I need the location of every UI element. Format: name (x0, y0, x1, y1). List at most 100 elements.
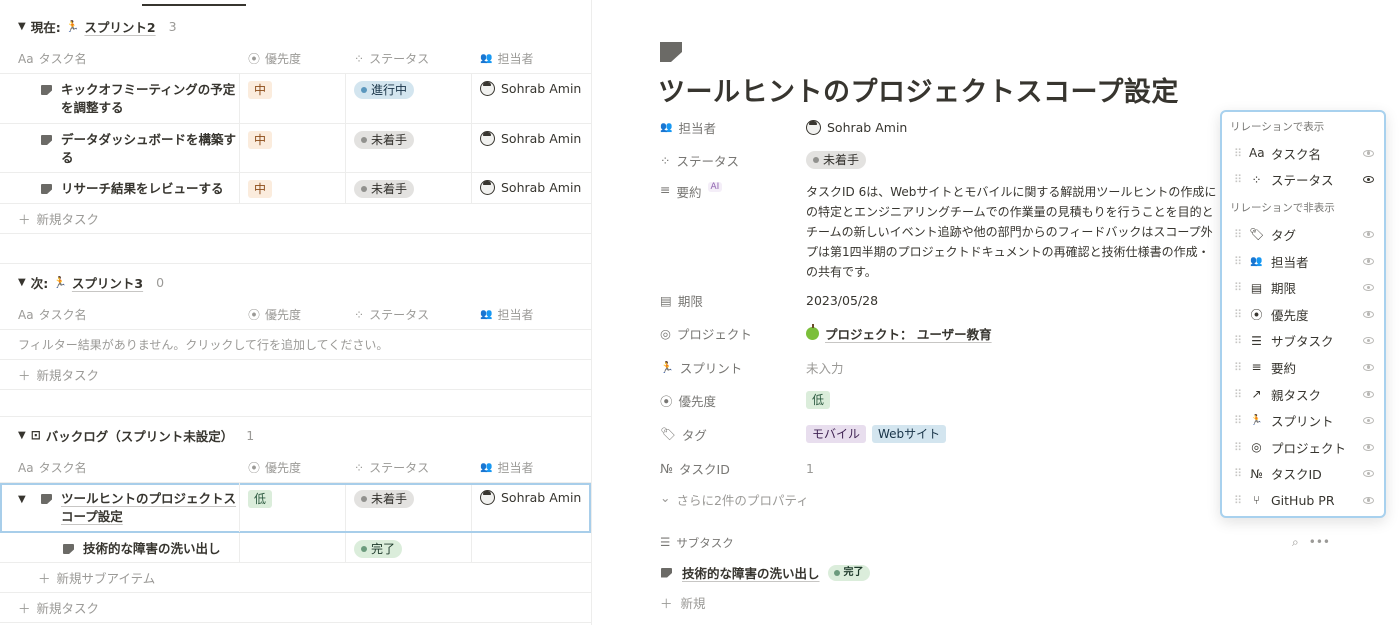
drag-handle-icon[interactable]: ⠿ (1234, 308, 1242, 321)
new-task-button[interactable]: ＋新規タスク (0, 360, 591, 390)
eye-icon[interactable] (1363, 176, 1374, 184)
eye-icon[interactable] (1363, 310, 1374, 318)
toggle-caret-icon[interactable]: ▼ (18, 21, 26, 32)
column-header-title[interactable]: Aa タスク名 (0, 306, 240, 323)
eye-icon[interactable] (1363, 496, 1374, 504)
column-header-assignee[interactable]: 👥 担当者 (472, 50, 591, 67)
due-date-value[interactable]: 2023/05/28 (806, 293, 878, 308)
assignee-name[interactable]: Sohrab Amin (501, 180, 581, 195)
popover-item-due[interactable]: ⠿ ▤ 期限 (1222, 274, 1384, 301)
popover-item-parent-task[interactable]: ⠿ ↗ 親タスク (1222, 381, 1384, 408)
eye-icon[interactable] (1363, 230, 1374, 238)
drag-handle-icon[interactable]: ⠿ (1234, 173, 1242, 186)
assignee-name[interactable]: Sohrab Amin (501, 490, 581, 505)
new-subtask-button[interactable]: ＋新規 (660, 593, 706, 612)
more-properties-toggle[interactable]: ⌄ さらに2件のプロパティ (660, 490, 809, 509)
popover-item-sprint[interactable]: ⠿ 🏃 スプリント (1222, 407, 1384, 434)
drag-handle-icon[interactable]: ⠿ (1234, 334, 1242, 347)
status-badge[interactable]: 完了 (354, 540, 403, 558)
drag-handle-icon[interactable]: ⠿ (1234, 388, 1242, 401)
table-row[interactable]: リサーチ結果をレビューする 中 未着手 Sohrab Amin (0, 173, 591, 204)
popover-item-assignee[interactable]: ⠿ 👥 担当者 (1222, 248, 1384, 275)
eye-icon[interactable] (1363, 363, 1374, 371)
drag-handle-icon[interactable]: ⠿ (1234, 441, 1242, 454)
eye-icon[interactable] (1363, 257, 1374, 265)
group-sprint-name[interactable]: スプリント2 (84, 17, 155, 36)
eye-icon[interactable] (1363, 470, 1374, 478)
table-row-selected[interactable]: ▼ ツールヒントのプロジェクトスコープ設定 低 未着手 Sohrab Amin (0, 483, 591, 533)
priority-tag[interactable]: 低 (248, 490, 273, 508)
priority-tag[interactable]: 低 (806, 391, 831, 409)
task-title[interactable]: データダッシュボードを構築する (40, 131, 239, 167)
new-subitem-button[interactable]: ＋新規サブアイテム (0, 563, 591, 593)
eye-icon[interactable] (1363, 149, 1374, 157)
popover-item-tags[interactable]: ⠿ 🏷 タグ (1222, 221, 1384, 248)
column-header-assignee[interactable]: 👥 担当者 (472, 459, 591, 476)
status-badge[interactable]: 未着手 (354, 180, 415, 198)
eye-icon[interactable] (1363, 284, 1374, 292)
popover-item-task-id[interactable]: ⠿ № タスクID (1222, 461, 1384, 488)
column-header-title[interactable]: Aa タスク名 (0, 50, 240, 67)
status-badge[interactable]: 進行中 (354, 81, 415, 99)
expand-caret-icon[interactable]: ▼ (18, 491, 26, 509)
drag-handle-icon[interactable]: ⠿ (1234, 414, 1242, 427)
task-title[interactable]: リサーチ結果をレビューする (40, 180, 239, 198)
subtask-row[interactable]: 技術的な障害の洗い出し 完了 (0, 533, 591, 563)
drag-handle-icon[interactable]: ⠿ (1234, 281, 1242, 294)
subtask-item[interactable]: 技術的な障害の洗い出し 完了 (660, 563, 870, 582)
assignee-name[interactable]: Sohrab Amin (501, 81, 581, 96)
tag-chip[interactable]: Webサイト (872, 425, 947, 443)
popover-item-project[interactable]: ⠿ ◎ プロジェクト (1222, 434, 1384, 461)
eye-icon[interactable] (1363, 417, 1374, 425)
empty-filter-message[interactable]: フィルター結果がありません。クリックして行を追加してください。 (0, 330, 591, 360)
task-title[interactable]: ツールヒントのプロジェクトスコープ設定 (40, 490, 239, 526)
drag-handle-icon[interactable]: ⠿ (1234, 255, 1242, 268)
column-header-status[interactable]: ⁘ ステータス (346, 306, 472, 323)
drag-handle-icon[interactable]: ⠿ (1234, 361, 1242, 374)
status-badge[interactable]: 未着手 (354, 131, 415, 149)
summary-text[interactable]: タスクID 6は、Webサイトとモバイルに関する解説用ツールヒントの作成に の特… (806, 182, 1216, 282)
sprint-value[interactable]: 未入力 (806, 358, 844, 377)
column-header-priority[interactable]: ⦿ 優先度 (240, 306, 346, 323)
status-badge[interactable]: 完了 (827, 564, 870, 581)
column-header-status[interactable]: ⁘ ステータス (346, 459, 472, 476)
column-header-assignee[interactable]: 👥 担当者 (472, 306, 591, 323)
subtask-title[interactable]: 技術的な障害の洗い出し (62, 540, 239, 558)
new-task-button[interactable]: ＋新規タスク (0, 204, 591, 234)
popover-item-task-name[interactable]: ⠿ Aa タスク名 (1222, 140, 1384, 167)
tag-chip[interactable]: モバイル (806, 425, 867, 443)
group-header[interactable]: ▼ 次: 🏃 スプリント3 0 (0, 264, 591, 300)
popover-item-summary[interactable]: ⠿ ≡ 要約 (1222, 354, 1384, 381)
priority-tag[interactable]: 中 (248, 81, 273, 99)
toggle-caret-icon[interactable]: ▼ (18, 277, 26, 288)
priority-tag[interactable]: 中 (248, 180, 273, 198)
drag-handle-icon[interactable]: ⠿ (1234, 467, 1242, 480)
popover-item-priority[interactable]: ⠿ ⦿ 優先度 (1222, 301, 1384, 328)
priority-tag[interactable]: 中 (248, 131, 273, 149)
drag-handle-icon[interactable]: ⠿ (1234, 228, 1242, 241)
drag-handle-icon[interactable]: ⠿ (1234, 494, 1242, 507)
column-header-priority[interactable]: ⦿ 優先度 (240, 459, 346, 476)
toggle-caret-icon[interactable]: ▼ (18, 430, 26, 441)
popover-item-subtasks[interactable]: ⠿ ☰ サブタスク (1222, 328, 1384, 355)
column-header-title[interactable]: Aa タスク名 (0, 459, 240, 476)
task-title[interactable]: キックオフミーティングの予定を調整する (40, 81, 239, 117)
table-row[interactable]: キックオフミーティングの予定を調整する 中 進行中 Sohrab Amin (0, 74, 591, 124)
eye-icon[interactable] (1363, 337, 1374, 345)
column-header-status[interactable]: ⁘ ステータス (346, 50, 472, 67)
project-link[interactable]: プロジェクト： ユーザー教育 (825, 324, 992, 343)
group-header[interactable]: ▼ ⊡ バックログ（スプリント未設定） 1 (0, 417, 591, 453)
eye-icon[interactable] (1363, 390, 1374, 398)
eye-icon[interactable] (1363, 443, 1374, 451)
assignee-name[interactable]: Sohrab Amin (501, 131, 581, 146)
more-options-icon[interactable]: ••• (1309, 535, 1330, 550)
status-badge[interactable]: 未着手 (806, 151, 867, 169)
subtask-link[interactable]: 技術的な障害の洗い出し (682, 563, 820, 582)
popover-item-status[interactable]: ⠿ ⁘ ステータス (1222, 167, 1384, 194)
assignee-value[interactable]: Sohrab Amin (827, 120, 907, 135)
new-task-button[interactable]: ＋新規タスク (0, 593, 591, 623)
group-header[interactable]: ▼ 現在: 🏃 スプリント2 3 (0, 8, 591, 44)
table-row[interactable]: データダッシュボードを構築する 中 未着手 Sohrab Amin (0, 124, 591, 173)
status-badge[interactable]: 未着手 (354, 490, 415, 508)
group-sprint-name[interactable]: スプリント3 (72, 273, 143, 292)
